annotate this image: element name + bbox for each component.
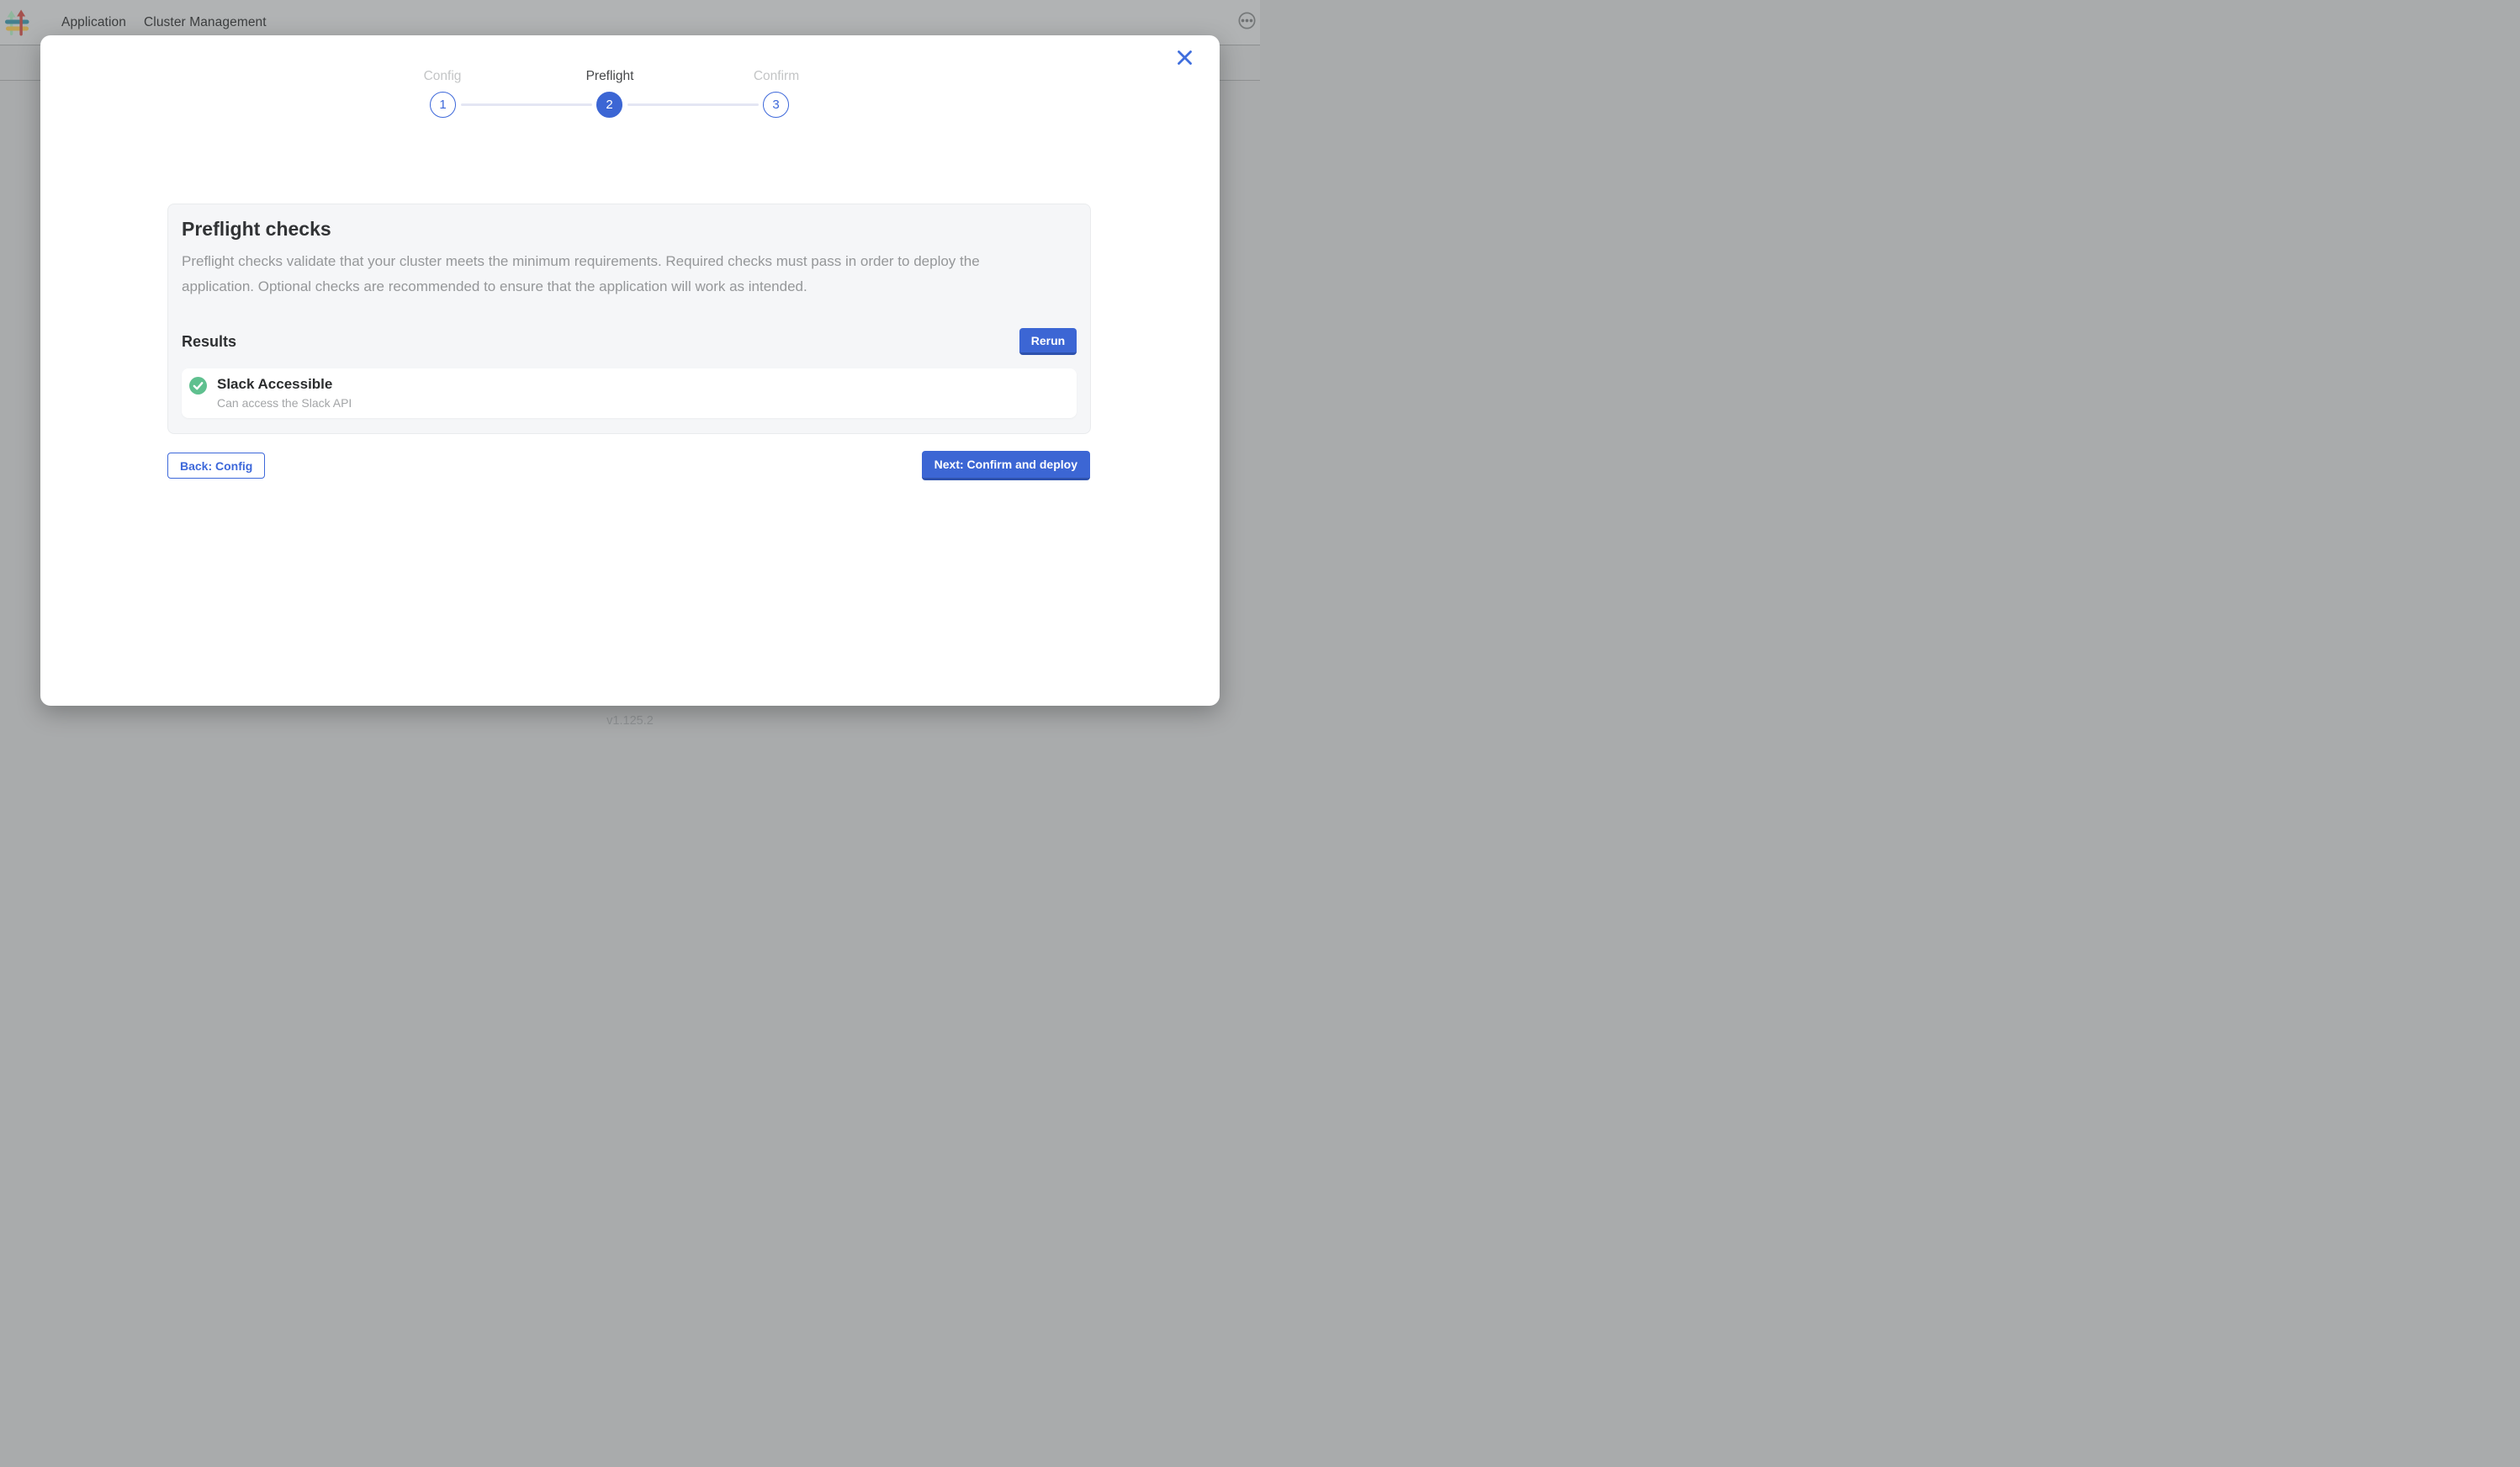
panel-description-line2: application. Optional checks are recomme… xyxy=(182,278,807,294)
step-circle-preflight[interactable]: 2 xyxy=(596,92,622,118)
panel-description-line1: Preflight checks validate that your clus… xyxy=(182,253,980,269)
check-pass-icon xyxy=(189,377,207,395)
back-config-button[interactable]: Back: Config xyxy=(167,453,265,479)
check-result-row: Slack Accessible Can access the Slack AP… xyxy=(182,368,1077,418)
check-name: Slack Accessible xyxy=(217,376,352,393)
step-circle-config[interactable]: 1 xyxy=(430,92,456,118)
close-icon[interactable] xyxy=(1173,46,1196,69)
step-label-preflight: Preflight xyxy=(543,69,677,84)
step-circle-confirm[interactable]: 3 xyxy=(763,92,789,118)
step-connector xyxy=(627,103,759,106)
preflight-wizard-modal: Config Preflight Confirm 1 2 3 Preflight… xyxy=(40,35,1220,706)
preflight-checks-panel: Preflight checks Preflight checks valida… xyxy=(167,204,1091,434)
panel-description: Preflight checks validate that your clus… xyxy=(182,249,1077,299)
check-detail: Can access the Slack API xyxy=(217,395,352,410)
app-logo-icon xyxy=(5,9,30,36)
rerun-button[interactable]: Rerun xyxy=(1019,328,1077,355)
results-header-row: Results Rerun xyxy=(182,328,1077,355)
step-label-confirm: Confirm xyxy=(709,69,844,84)
results-heading: Results xyxy=(182,333,236,351)
panel-title: Preflight checks xyxy=(182,218,1077,241)
overflow-menu-icon[interactable] xyxy=(1238,12,1256,29)
check-texts: Slack Accessible Can access the Slack AP… xyxy=(217,376,352,410)
app-version-label: v1.125.2 xyxy=(0,714,1260,728)
step-label-config: Config xyxy=(375,69,510,84)
step-connector xyxy=(461,103,592,106)
next-confirm-deploy-button[interactable]: Next: Confirm and deploy xyxy=(922,451,1090,480)
